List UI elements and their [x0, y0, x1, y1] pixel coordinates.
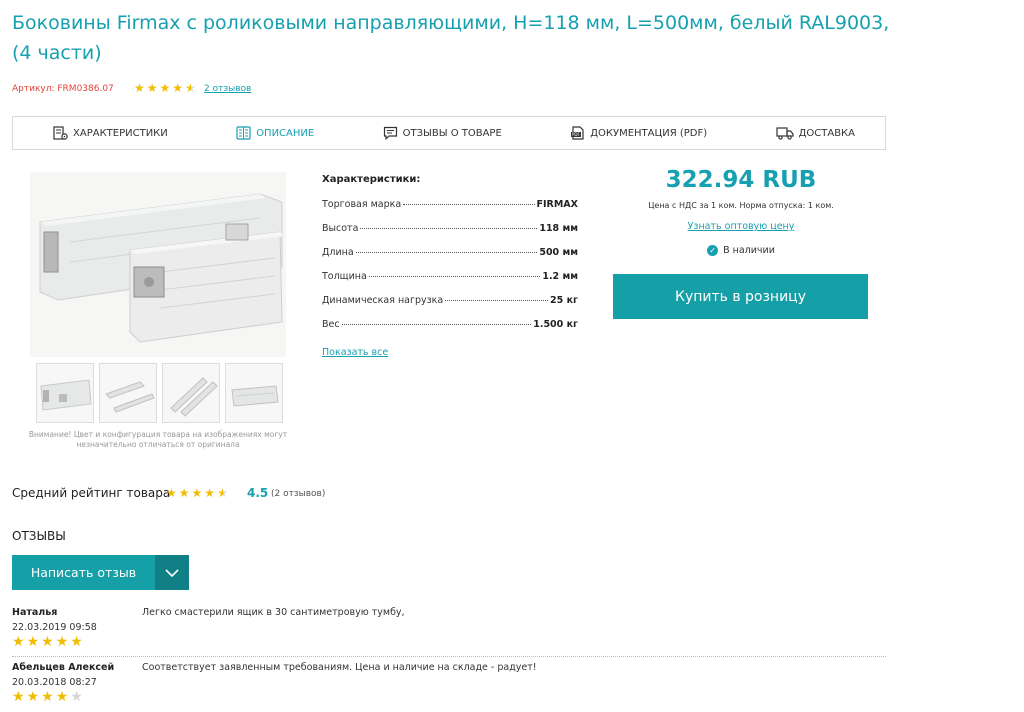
star-icon: ★ — [55, 689, 69, 705]
star-icon: ★ — [146, 81, 158, 95]
product-sku: Артикул: FRM0386.07 — [12, 84, 114, 94]
tab-reviews[interactable]: Отзывы о товаре — [383, 126, 502, 140]
gear-doc-icon — [53, 126, 68, 140]
star-icon: ★ — [172, 81, 184, 95]
star-icon: ★ — [134, 81, 145, 95]
star-icon: ★ — [12, 634, 25, 650]
write-review-control: Написать отзыв — [12, 555, 189, 590]
thumbnail[interactable] — [225, 363, 283, 423]
review-date: 20.03.2018 08:27 — [12, 677, 97, 688]
review-divider — [12, 656, 886, 657]
spec-row: Толщина 1.2 мм — [322, 271, 578, 282]
tab-documentation[interactable]: PDF Документация (PDF) — [570, 126, 707, 140]
tab-characteristics[interactable]: Характеристики — [53, 126, 168, 140]
star-icon: ★ — [26, 634, 40, 650]
price-note: Цена с НДС за 1 ком. Норма отпуска: 1 ко… — [648, 201, 834, 210]
thumbnail[interactable] — [36, 363, 94, 423]
spec-row: Вес 1.500 кг — [322, 319, 578, 330]
wholesale-price-link[interactable]: Узнать оптовую цену — [612, 221, 870, 232]
reviews-count-link[interactable]: 2 отзывов — [204, 84, 251, 94]
spec-value: 118 мм — [539, 223, 578, 234]
spec-value: 25 кг — [550, 295, 578, 306]
half-star-icon: ★ — [185, 81, 196, 95]
star-icon: ★ — [55, 634, 69, 650]
star-icon: ★ — [12, 689, 25, 705]
reviews-heading: ОТЗЫВЫ — [12, 529, 66, 543]
star-icon: ★ — [166, 486, 177, 500]
review-author: Наталья — [12, 607, 58, 618]
tab-description[interactable]: Описание — [236, 126, 314, 140]
spec-value: 500 мм — [539, 247, 578, 258]
thumbnail[interactable] — [99, 363, 157, 423]
stock-status: ✓ В наличии — [612, 245, 870, 256]
truck-icon — [775, 127, 794, 140]
star-icon: ★ — [191, 486, 203, 500]
spec-name: Вес — [322, 319, 340, 330]
stock-label: В наличии — [723, 245, 775, 256]
review-stars: ★ ★ ★ ★ ★ — [12, 635, 83, 649]
write-review-button[interactable]: Написать отзыв — [12, 555, 155, 590]
review-text: Соответствует заявленным требованиям. Це… — [142, 662, 537, 673]
review-text: Легко смастерили ящик в 30 сантиметровую… — [142, 607, 405, 618]
buy-retail-button[interactable]: Купить в розницу — [613, 274, 868, 319]
check-circle-icon: ✓ — [707, 245, 719, 256]
thumbnail[interactable] — [162, 363, 220, 423]
empty-star-icon: ★ — [70, 689, 83, 705]
tab-label: Описание — [256, 127, 315, 139]
product-tabs: Характеристики Описание Отзывы о товаре … — [12, 116, 886, 150]
star-icon: ★ — [70, 634, 83, 650]
star-icon: ★ — [159, 81, 171, 95]
product-rating-stars: ★ ★ ★ ★ ★ — [134, 82, 196, 94]
tab-delivery[interactable]: Доставка — [775, 126, 855, 140]
image-disclaimer: Внимание! Цвет и конфигурация товара на … — [28, 430, 288, 449]
spec-name: Торговая марка — [322, 199, 402, 210]
spec-row: Динамическая нагрузка 25 кг — [322, 295, 578, 306]
spec-value: FIRMAX — [536, 199, 578, 210]
spec-name: Динамическая нагрузка — [322, 295, 444, 306]
specs-title: Характеристики: — [322, 174, 421, 185]
spec-value: 1.2 мм — [542, 271, 578, 282]
tab-label: Доставка — [798, 127, 855, 139]
average-rating-value: 4.5 — [247, 486, 269, 500]
svg-text:PDF: PDF — [572, 132, 580, 137]
spec-row: Высота 118 мм — [322, 223, 578, 234]
tab-label: Характеристики — [73, 127, 168, 139]
star-icon: ★ — [204, 486, 216, 500]
spec-name: Длина — [322, 247, 354, 258]
half-star-icon: ★ — [217, 486, 228, 500]
average-rating-stars: ★ ★ ★ ★ ★ — [166, 487, 228, 499]
show-all-specs-link[interactable]: Показать все — [322, 347, 388, 358]
average-rating-count: (2 отзывов) — [271, 489, 326, 499]
chevron-down-icon[interactable] — [155, 555, 189, 590]
comment-icon — [383, 126, 397, 140]
spec-row: Длина 500 мм — [322, 247, 578, 258]
spec-row: Торговая марка FIRMAX — [322, 199, 578, 210]
product-title: Боковины Firmax с роликовыми направляющи… — [12, 12, 890, 64]
star-icon: ★ — [26, 689, 40, 705]
pdf-icon: PDF — [571, 126, 584, 140]
spec-value: 1.500 кг — [533, 319, 578, 330]
product-price: 322.94 RUB — [665, 167, 817, 193]
star-icon: ★ — [41, 634, 54, 650]
thumbnail-strip — [36, 363, 283, 423]
star-icon: ★ — [178, 486, 190, 500]
review-author: Абельцев Алексей — [12, 662, 115, 673]
review-date: 22.03.2019 09:58 — [12, 622, 97, 633]
star-icon: ★ — [41, 689, 54, 705]
spec-name: Толщина — [322, 271, 367, 282]
tab-label: Документация (PDF) — [590, 127, 708, 139]
review-stars: ★ ★ ★ ★ ★ — [12, 690, 83, 704]
average-rating-label: Средний рейтинг товара — [12, 486, 171, 500]
product-main-image[interactable] — [30, 172, 286, 357]
tab-label: Отзывы о товаре — [402, 127, 502, 139]
spec-name: Высота — [322, 223, 359, 234]
document-list-icon — [236, 126, 251, 140]
